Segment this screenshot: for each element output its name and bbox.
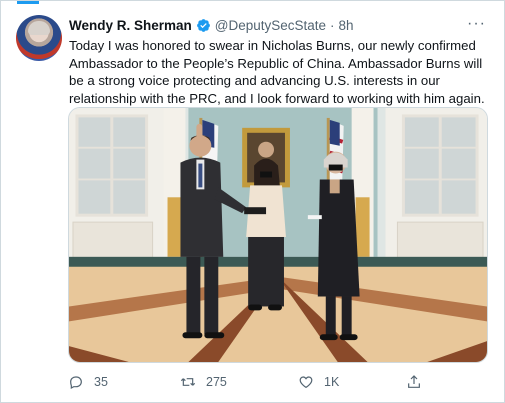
retweet-icon [180, 378, 196, 386]
avatar-hair [28, 21, 50, 35]
share-button[interactable] [406, 374, 422, 390]
more-horizontal-icon[interactable]: ··· [467, 15, 486, 33]
like-button[interactable]: 1K [298, 374, 339, 390]
separator-dot: · [330, 17, 335, 33]
share-icon [408, 375, 420, 388]
top-accent-bar [17, 1, 39, 4]
reply-count: 35 [94, 375, 108, 389]
verified-badge-icon [196, 18, 210, 32]
reply-button[interactable]: 35 [68, 374, 108, 390]
reply-icon [70, 376, 82, 390]
tweet-header: Wendy R. Sherman @DeputySecState · 8h [69, 15, 354, 35]
tweet-card[interactable]: Wendy R. Sherman @DeputySecState · 8h ··… [0, 0, 505, 403]
retweet-button[interactable]: 275 [180, 374, 227, 390]
avatar[interactable] [16, 15, 62, 61]
tweet-photo[interactable] [68, 107, 488, 363]
heart-icon [299, 376, 313, 389]
author-name[interactable]: Wendy R. Sherman [69, 18, 192, 33]
like-count: 1K [324, 375, 340, 389]
tweet-text: Today I was honored to swear in Nicholas… [69, 38, 485, 106]
tweet-actions: 35 275 1K [68, 371, 468, 393]
author-handle[interactable]: @DeputySecState [215, 18, 326, 33]
tweet-time[interactable]: 8h [339, 18, 354, 33]
swearing-in-photo [69, 108, 487, 362]
retweet-count: 275 [206, 375, 227, 389]
